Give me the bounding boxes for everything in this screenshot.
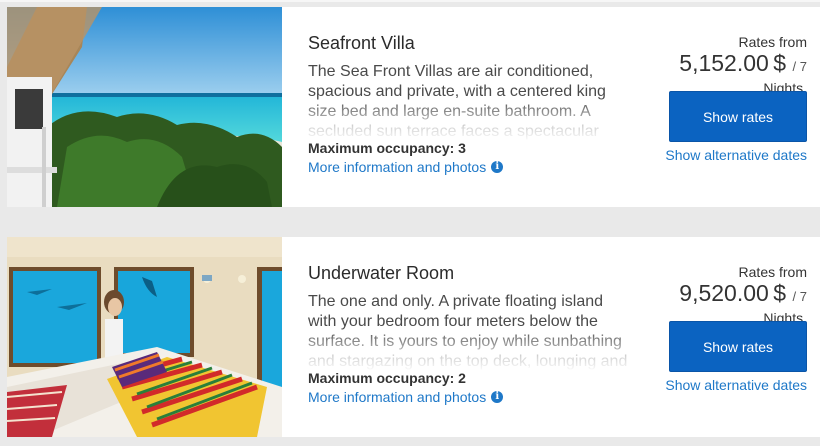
- underwater-room-photo: [7, 237, 282, 437]
- show-rates-button[interactable]: Show rates: [669, 321, 807, 372]
- info-icon: i: [491, 161, 504, 173]
- beach-villa-photo: [7, 7, 282, 207]
- room-description: The one and only. A private floating isl…: [308, 293, 628, 370]
- rates-from-label: Rates from: [738, 34, 807, 50]
- show-alternative-dates-link[interactable]: Show alternative dates: [665, 377, 807, 393]
- room-card-seafront-villa: Seafront Villa The Sea Front Villas are …: [7, 7, 820, 207]
- price-currency: $: [773, 50, 787, 76]
- max-occupancy: Maximum occupancy: 2: [308, 370, 466, 386]
- more-info-label: More information and photos: [308, 159, 487, 175]
- room-title: Seafront Villa: [308, 33, 415, 53]
- more-info-link[interactable]: More information and photos i: [308, 388, 504, 406]
- top-divider: [0, 0, 820, 2]
- room-info: Seafront Villa The Sea Front Villas are …: [308, 33, 628, 177]
- show-rates-button[interactable]: Show rates: [669, 91, 807, 142]
- price-line: 9,520.00 $ / 7: [637, 280, 807, 310]
- price-amount: 5,152.00: [679, 50, 769, 76]
- price-per-nights: / 7: [792, 289, 807, 304]
- price-line: 5,152.00 $ / 7: [637, 50, 807, 80]
- price-amount: 9,520.00: [679, 280, 769, 306]
- room-description: The Sea Front Villas are air conditioned…: [308, 63, 606, 140]
- rates-from-label: Rates from: [738, 264, 807, 280]
- price-block: Rates from 9,520.00 $ / 7 Nights.: [637, 264, 807, 326]
- show-alternative-dates-link[interactable]: Show alternative dates: [665, 147, 807, 163]
- room-info: Underwater Room The one and only. A priv…: [308, 263, 628, 407]
- room-photo[interactable]: [7, 7, 282, 207]
- max-occupancy: Maximum occupancy: 3: [308, 140, 466, 156]
- room-photo[interactable]: [7, 237, 282, 437]
- price-currency: $: [773, 280, 787, 306]
- room-title: Underwater Room: [308, 263, 455, 283]
- more-info-label: More information and photos: [308, 389, 487, 405]
- price-block: Rates from 5,152.00 $ / 7 Nights.: [637, 34, 807, 96]
- more-info-link[interactable]: More information and photos i: [308, 158, 504, 176]
- room-card-underwater-room: Underwater Room The one and only. A priv…: [7, 237, 820, 437]
- price-per-nights: / 7: [792, 59, 807, 74]
- info-icon: i: [491, 391, 504, 403]
